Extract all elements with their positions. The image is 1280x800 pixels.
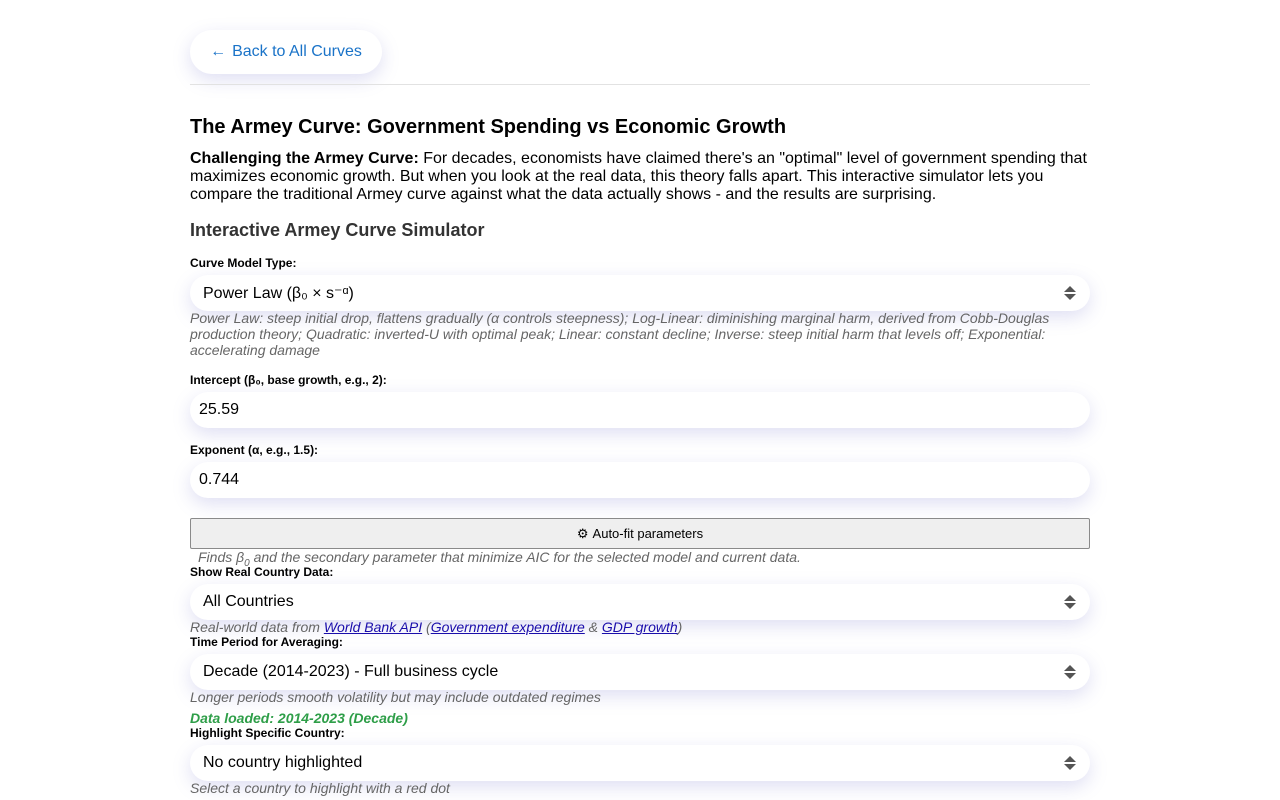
select-updown-icon bbox=[1064, 595, 1076, 609]
curve-model-help: Power Law: steep initial drop, flattens … bbox=[190, 310, 1050, 358]
help-ampersand: & bbox=[584, 619, 602, 635]
country-data-help-prefix: Real-world data from bbox=[190, 619, 324, 635]
exponent-value: 0.744 bbox=[199, 471, 240, 488]
intercept-value: 25.59 bbox=[199, 401, 240, 418]
time-period-help: Longer periods smooth volatility but may… bbox=[190, 689, 601, 705]
country-data-selected-value: All Countries bbox=[203, 593, 294, 610]
auto-fit-help-prefix: Finds β bbox=[198, 549, 245, 565]
world-bank-api-link[interactable]: World Bank API bbox=[324, 619, 422, 635]
select-updown-icon bbox=[1064, 756, 1076, 770]
time-period-selected-value: Decade (2014-2023) - Full business cycle bbox=[203, 663, 499, 680]
exponent-label: Exponent (α, e.g., 1.5): bbox=[190, 443, 319, 457]
highlight-country-selected-value: No country highlighted bbox=[203, 754, 363, 771]
country-data-help: Real-world data from World Bank API (Gov… bbox=[190, 619, 1090, 635]
country-data-select[interactable]: All Countries bbox=[190, 584, 1090, 620]
highlight-country-select[interactable]: No country highlighted bbox=[190, 745, 1090, 781]
highlight-country-help: Select a country to highlight with a red… bbox=[190, 780, 450, 796]
exponent-input[interactable]: 0.744 bbox=[190, 462, 1090, 498]
country-data-label: Show Real Country Data: bbox=[190, 565, 334, 579]
time-period-select[interactable]: Decade (2014-2023) - Full business cycle bbox=[190, 654, 1090, 690]
help-paren-open: ( bbox=[422, 619, 431, 635]
curve-model-select[interactable]: Power Law (β₀ × s⁻ᵅ) bbox=[190, 275, 1090, 311]
intro-bold-lead: Challenging the Armey Curve: bbox=[190, 150, 419, 167]
intercept-label: Intercept (β₀, base growth, e.g., 2): bbox=[190, 373, 387, 387]
intercept-input[interactable]: 25.59 bbox=[190, 392, 1090, 428]
gear-icon: ⚙ bbox=[576, 525, 589, 541]
back-to-all-curves-button[interactable]: ← Back to All Curves bbox=[190, 30, 382, 74]
curve-model-selected-value: Power Law (β₀ × s⁻ᵅ) bbox=[203, 285, 354, 302]
gdp-growth-link[interactable]: GDP growth bbox=[602, 619, 678, 635]
select-updown-icon bbox=[1064, 665, 1076, 679]
page-title: The Armey Curve: Government Spending vs … bbox=[190, 116, 787, 138]
auto-fit-help-suffix: and the secondary parameter that minimiz… bbox=[249, 549, 801, 565]
government-expenditure-link[interactable]: Government expenditure bbox=[431, 619, 585, 635]
intro-paragraph: Challenging the Armey Curve: For decades… bbox=[190, 150, 1090, 204]
auto-fit-label: Auto-fit parameters bbox=[592, 526, 704, 541]
highlight-country-label: Highlight Specific Country: bbox=[190, 726, 345, 740]
data-loaded-status: Data loaded: 2014-2023 (Decade) bbox=[190, 710, 408, 726]
simulator-section-title: Interactive Armey Curve Simulator bbox=[190, 220, 485, 240]
select-updown-icon bbox=[1064, 286, 1076, 300]
curve-model-label: Curve Model Type: bbox=[190, 256, 297, 270]
auto-fit-button[interactable]: ⚙ Auto-fit parameters bbox=[190, 518, 1090, 549]
back-button-label: Back to All Curves bbox=[232, 43, 362, 60]
time-period-label: Time Period for Averaging: bbox=[190, 635, 343, 649]
help-paren-close: ) bbox=[677, 619, 683, 635]
header-divider bbox=[190, 84, 1090, 85]
back-arrow-icon: ← bbox=[210, 43, 227, 60]
